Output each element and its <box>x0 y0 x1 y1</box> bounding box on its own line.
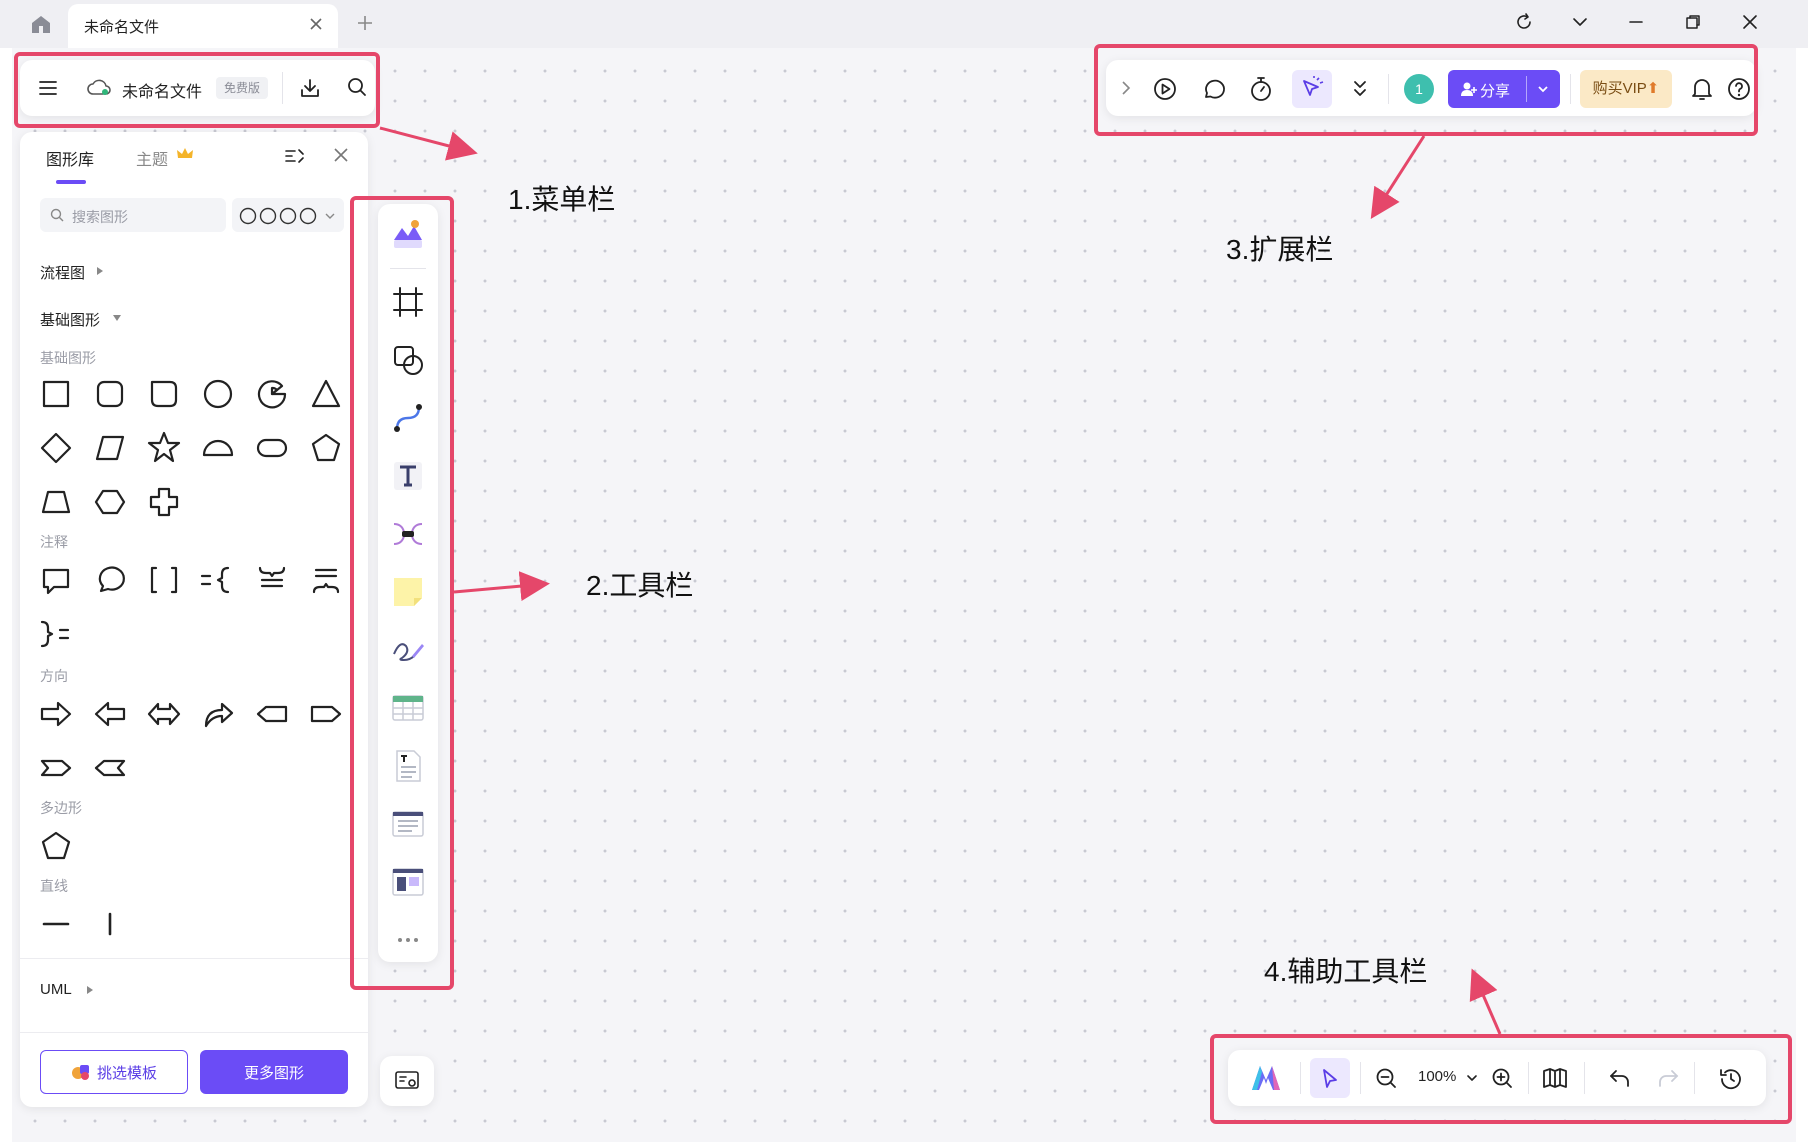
arrow-toolbar <box>453 571 550 602</box>
arrow-assist <box>1469 968 1502 1035</box>
arrow-extension <box>1370 135 1426 220</box>
annotation-extension-label: 3.扩展栏 <box>1226 234 1334 265</box>
annotation-toolbar-label: 2.工具栏 <box>586 570 694 601</box>
annotation-menu-label: 1.菜单栏 <box>508 184 616 215</box>
annotation-assist-label: 4.辅助工具栏 <box>1264 956 1428 987</box>
annotation-arrows <box>379 126 1502 1035</box>
arrow-menu <box>379 126 478 161</box>
